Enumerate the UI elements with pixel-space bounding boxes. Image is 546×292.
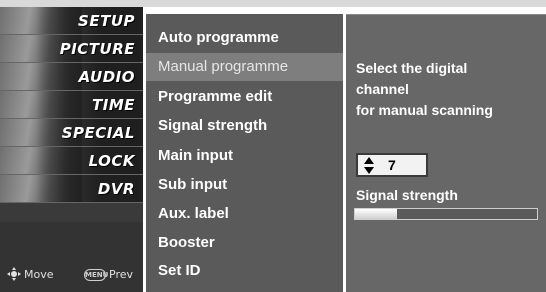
category-dvr[interactable]: DVR xyxy=(0,175,143,203)
up-down-arrow-icon[interactable] xyxy=(364,157,374,174)
signal-strength-bar xyxy=(354,208,538,220)
setup-submenu: Auto programme Manual programme Programm… xyxy=(146,14,343,292)
instruction-line: for manual scanning xyxy=(356,102,493,118)
tv-osd-menu: SETUP PICTURE AUDIO TIME SPECIAL LOCK DV… xyxy=(0,0,546,292)
menu-item-signal-strength[interactable]: Signal strength xyxy=(146,112,343,140)
menu-item-booster[interactable]: Booster xyxy=(146,229,343,257)
category-picture[interactable]: PICTURE xyxy=(0,35,143,63)
signal-strength-fill xyxy=(355,209,397,219)
category-special[interactable]: SPECIAL xyxy=(0,119,143,147)
category-audio[interactable]: AUDIO xyxy=(0,63,143,91)
category-label: DVR xyxy=(97,180,135,198)
navigation-hint: Move MENU Prev xyxy=(0,266,143,284)
category-label: TIME xyxy=(92,96,135,114)
divider xyxy=(0,202,143,203)
instruction-line: Select the digital xyxy=(356,60,468,76)
move-joystick-icon xyxy=(7,267,21,284)
signal-strength-label: Signal strength xyxy=(356,187,458,203)
category-label: SETUP xyxy=(78,12,135,30)
category-time[interactable]: TIME xyxy=(0,91,143,119)
category-label: AUDIO xyxy=(78,68,135,86)
channel-selector[interactable]: 7 xyxy=(356,153,428,177)
menu-item-manual-programme[interactable]: Manual programme xyxy=(146,53,343,81)
category-setup[interactable]: SETUP xyxy=(0,7,143,35)
menu-item-aux-label[interactable]: Aux. label xyxy=(146,200,343,228)
menu-key-icon: MENU xyxy=(84,269,109,281)
manual-programme-panel: Select the digital channel for manual sc… xyxy=(346,14,546,292)
instruction-line: channel xyxy=(356,81,409,97)
category-label: SPECIAL xyxy=(61,124,135,142)
category-label: PICTURE xyxy=(59,40,135,58)
prev-label: Prev xyxy=(109,268,133,281)
menu-item-auto-programme[interactable]: Auto programme xyxy=(146,24,343,52)
menu-item-main-input[interactable]: Main input xyxy=(146,142,343,170)
top-strip xyxy=(0,0,546,7)
channel-number: 7 xyxy=(388,157,396,173)
menu-item-programme-edit[interactable]: Programme edit xyxy=(146,83,343,111)
move-label: Move xyxy=(24,268,54,281)
category-lock[interactable]: LOCK xyxy=(0,147,143,175)
instruction-text: Select the digital channel for manual sc… xyxy=(356,58,542,121)
category-menu: SETUP PICTURE AUDIO TIME SPECIAL LOCK DV… xyxy=(0,7,143,292)
menu-item-sub-input[interactable]: Sub input xyxy=(146,171,343,199)
menu-item-set-id[interactable]: Set ID xyxy=(146,257,343,285)
category-label: LOCK xyxy=(88,152,135,170)
